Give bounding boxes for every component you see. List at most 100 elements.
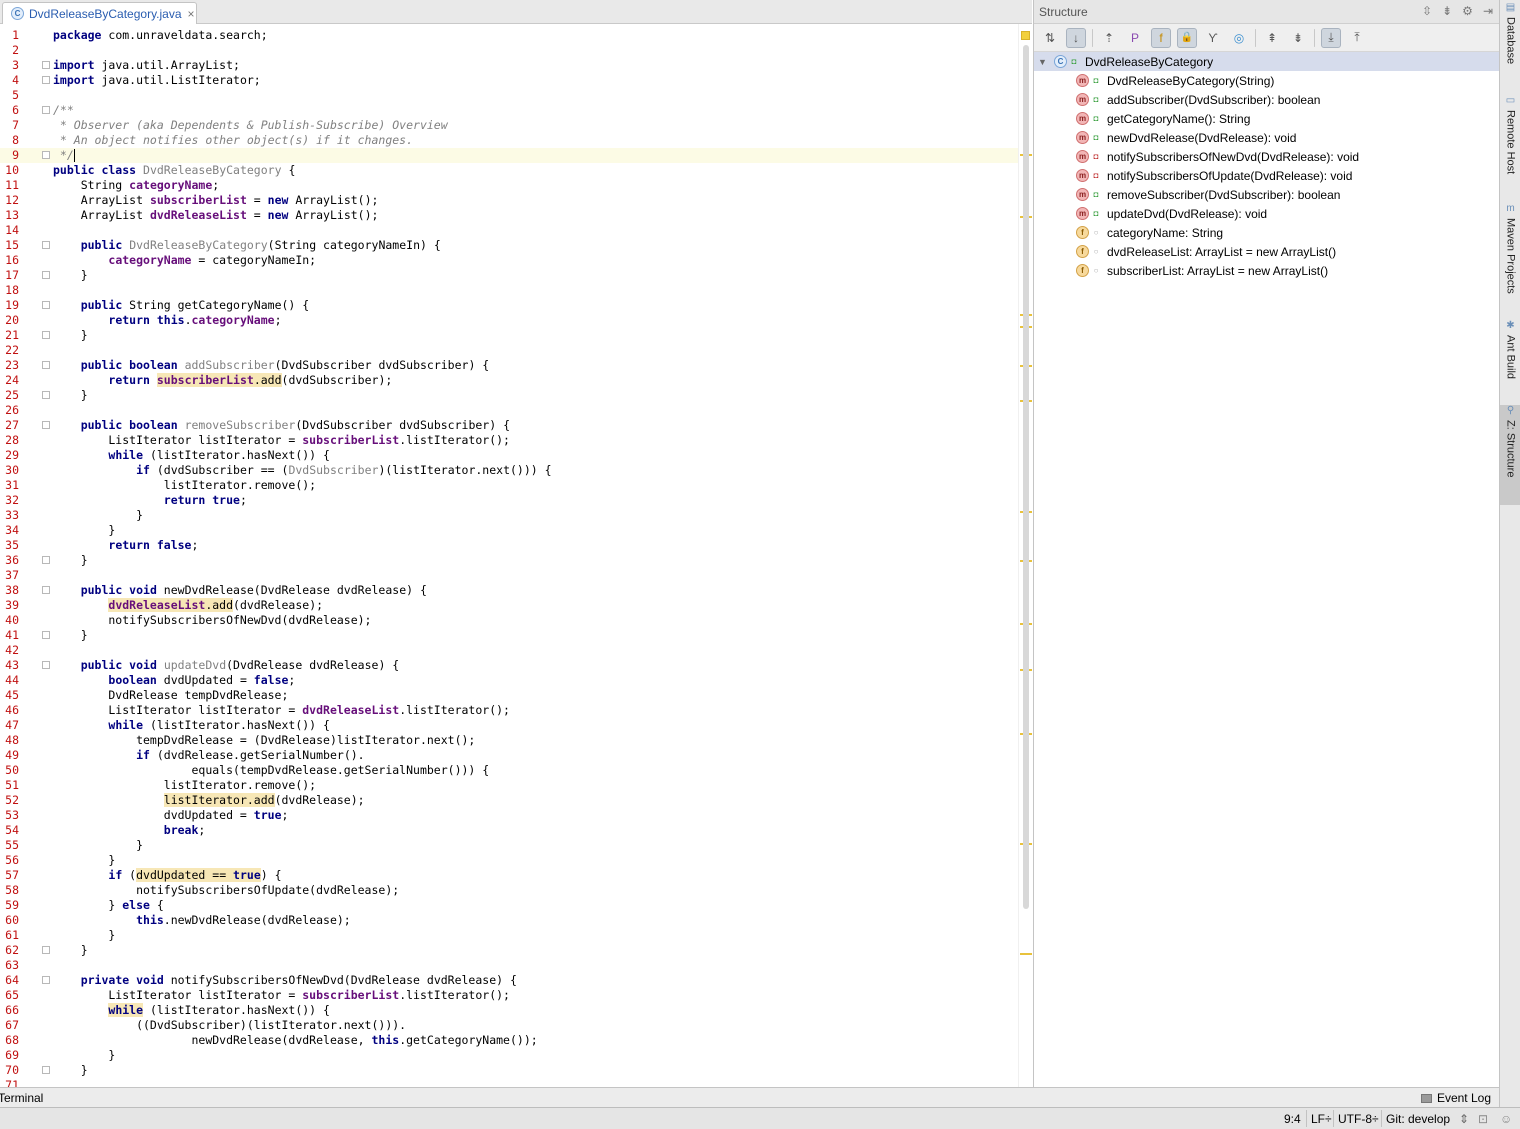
code-line[interactable]: return true;: [53, 493, 247, 508]
fold-marker-icon[interactable]: [42, 391, 50, 399]
sort-alpha-icon[interactable]: ↓: [1066, 27, 1086, 48]
line-number[interactable]: 18: [0, 283, 19, 298]
line-number[interactable]: 8: [0, 133, 19, 148]
code-line[interactable]: while (listIterator.hasNext()) {: [53, 1003, 330, 1018]
line-number[interactable]: 1: [0, 28, 19, 43]
line-number[interactable]: 67: [0, 1018, 19, 1033]
fold-marker-icon[interactable]: [42, 661, 50, 669]
side-tool-z-structure[interactable]: ⚲ Z: Structure: [1500, 405, 1520, 505]
code-line[interactable]: dvdUpdated = true;: [53, 808, 289, 823]
line-number[interactable]: 61: [0, 928, 19, 943]
non-public-icon[interactable]: 🔒: [1177, 27, 1197, 48]
line-number[interactable]: 66: [0, 1003, 19, 1018]
line-number[interactable]: 17: [0, 268, 19, 283]
line-number[interactable]: 23: [0, 358, 19, 373]
code-line[interactable]: ListIterator listIterator = subscriberLi…: [53, 988, 510, 1003]
fold-marker-icon[interactable]: [42, 946, 50, 954]
code-line[interactable]: dvdReleaseList.add(dvdRelease);: [53, 598, 323, 613]
line-number[interactable]: 56: [0, 853, 19, 868]
line-number[interactable]: 49: [0, 748, 19, 763]
line-number[interactable]: 31: [0, 478, 19, 493]
code-line[interactable]: tempDvdRelease = (DvdRelease)listIterato…: [53, 733, 475, 748]
line-number[interactable]: 12: [0, 193, 19, 208]
side-tool-remote-host[interactable]: ▭ Remote Host: [1500, 95, 1520, 190]
line-number[interactable]: 55: [0, 838, 19, 853]
fold-marker-icon[interactable]: [42, 556, 50, 564]
code-line[interactable]: public boolean removeSubscriber(DvdSubsc…: [53, 418, 510, 433]
fold-marker-icon[interactable]: [42, 976, 50, 984]
code-line[interactable]: }: [53, 553, 88, 568]
anonymous-icon[interactable]: ◎: [1229, 28, 1249, 48]
code-line[interactable]: }: [53, 943, 88, 958]
line-number[interactable]: 43: [0, 658, 19, 673]
line-number[interactable]: 32: [0, 493, 19, 508]
code-line[interactable]: } else {: [53, 898, 163, 913]
code-line[interactable]: notifySubscribersOfUpdate(dvdRelease);: [53, 883, 399, 898]
inspector-icon[interactable]: ☺: [1500, 1112, 1512, 1126]
line-number[interactable]: 13: [0, 208, 19, 223]
fold-marker-icon[interactable]: [42, 421, 50, 429]
hide-panel-icon[interactable]: ⇥: [1483, 4, 1493, 18]
code-line[interactable]: public void updateDvd(DvdRelease dvdRele…: [53, 658, 400, 673]
tree-method-item[interactable]: m ◘ updateDvd(DvdRelease): void: [1034, 204, 1499, 223]
line-number[interactable]: 63: [0, 958, 19, 973]
line-number[interactable]: 4: [0, 73, 19, 88]
collapse-icon[interactable]: ⇟: [1442, 4, 1452, 18]
side-tool-database[interactable]: ▤ Database: [1500, 2, 1520, 82]
tree-method-item[interactable]: m ◘ addSubscriber(DvdSubscriber): boolean: [1034, 90, 1499, 109]
code-line[interactable]: import java.util.ArrayList;: [53, 58, 240, 73]
line-number[interactable]: 19: [0, 298, 19, 313]
line-number[interactable]: 60: [0, 913, 19, 928]
fold-marker-icon[interactable]: [42, 586, 50, 594]
tree-field-item[interactable]: f ○ dvdReleaseList: ArrayList = new ArrayL…: [1034, 242, 1499, 261]
code-line[interactable]: package com.unraveldata.search;: [53, 28, 268, 43]
line-number[interactable]: 33: [0, 508, 19, 523]
fold-marker-icon[interactable]: [42, 1066, 50, 1074]
line-number[interactable]: 22: [0, 343, 19, 358]
code-line[interactable]: public class DvdReleaseByCategory {: [53, 163, 295, 178]
code-line[interactable]: listIterator.remove();: [53, 478, 316, 493]
properties-icon[interactable]: P: [1125, 28, 1145, 48]
expand-icon[interactable]: ⇳: [1422, 4, 1432, 18]
autoscroll-to-source-icon[interactable]: ⤓: [1321, 27, 1341, 48]
stripe-warning-mark[interactable]: [1020, 953, 1032, 955]
line-number[interactable]: 20: [0, 313, 19, 328]
line-number[interactable]: 5: [0, 88, 19, 103]
line-number[interactable]: 64: [0, 973, 19, 988]
code-line[interactable]: notifySubscribersOfNewDvd(dvdRelease);: [53, 613, 371, 628]
file-encoding[interactable]: UTF-8÷: [1338, 1112, 1379, 1126]
code-editor[interactable]: 1 package com.unraveldata.search; 2 3 import…: [0, 24, 1032, 1087]
code-line[interactable]: ArrayList dvdReleaseList = new ArrayList…: [53, 208, 379, 223]
fold-marker-icon[interactable]: [42, 106, 50, 114]
code-line[interactable]: /**: [53, 103, 74, 118]
line-number[interactable]: 39: [0, 598, 19, 613]
fields-icon[interactable]: f: [1151, 27, 1171, 48]
line-number[interactable]: 54: [0, 823, 19, 838]
fold-marker-icon[interactable]: [42, 271, 50, 279]
lock-icon[interactable]: ⊡: [1478, 1112, 1488, 1126]
line-number[interactable]: 42: [0, 643, 19, 658]
code-line[interactable]: * Observer (aka Dependents & Publish-Sub…: [53, 118, 448, 133]
gear-icon[interactable]: ⚙: [1462, 4, 1473, 18]
sort-by-type-icon[interactable]: ⇅: [1040, 28, 1060, 48]
branch-dropdown-icon[interactable]: ⇕: [1459, 1112, 1469, 1126]
fold-marker-icon[interactable]: [42, 76, 50, 84]
line-number[interactable]: 11: [0, 178, 19, 193]
code-line[interactable]: if (dvdUpdated == true) {: [53, 868, 282, 883]
line-number[interactable]: 69: [0, 1048, 19, 1063]
line-number[interactable]: 51: [0, 778, 19, 793]
collapse-all-icon[interactable]: ⇟: [1288, 28, 1308, 48]
code-line[interactable]: import java.util.ListIterator;: [53, 73, 261, 88]
code-line[interactable]: }: [53, 328, 88, 343]
line-number[interactable]: 62: [0, 943, 19, 958]
line-number[interactable]: 2: [0, 43, 19, 58]
line-number[interactable]: 65: [0, 988, 19, 1003]
line-number[interactable]: 59: [0, 898, 19, 913]
tree-method-item[interactable]: m ◘ notifySubscribersOfNewDvd(DvdRelease):…: [1034, 147, 1499, 166]
expand-all-icon[interactable]: ⇞: [1262, 28, 1282, 48]
code-line[interactable]: if (dvdRelease.getSerialNumber().: [53, 748, 365, 763]
code-line[interactable]: return this.categoryName;: [53, 313, 281, 328]
code-line[interactable]: }: [53, 388, 88, 403]
line-number[interactable]: 29: [0, 448, 19, 463]
code-line[interactable]: ArrayList subscriberList = new ArrayList…: [53, 193, 379, 208]
